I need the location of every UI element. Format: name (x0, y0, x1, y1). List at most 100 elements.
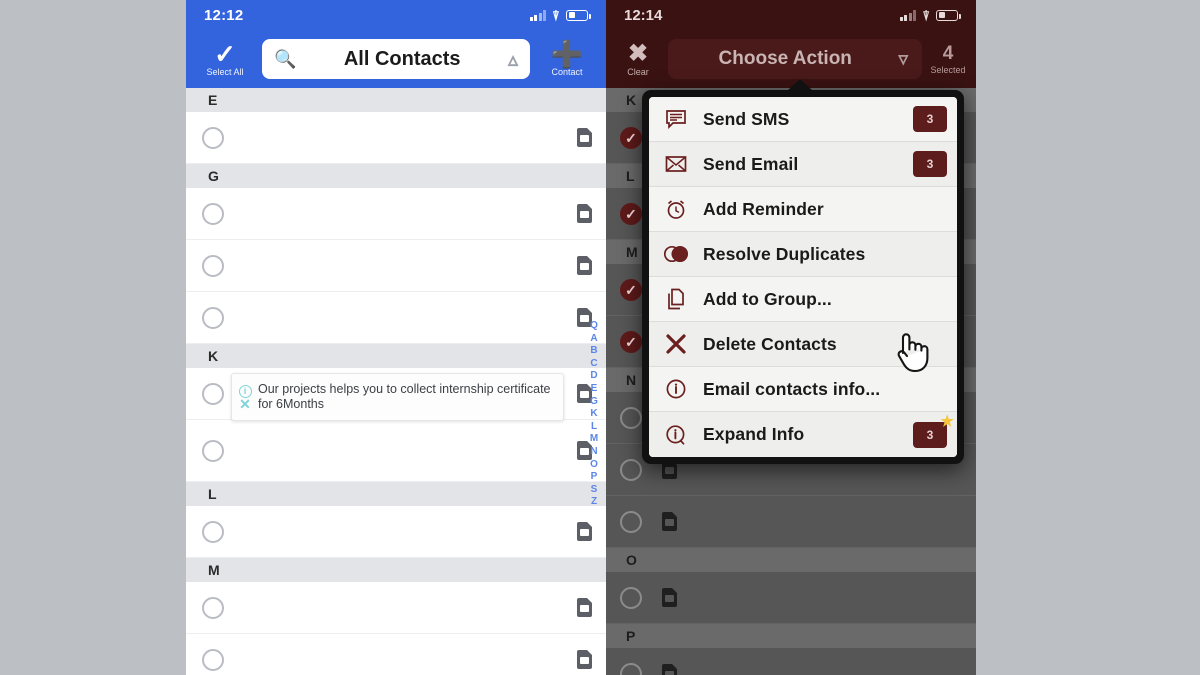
wifi-icon: ⍒ (922, 7, 930, 23)
contact-checkbox[interactable] (202, 202, 224, 225)
close-x-icon[interactable]: ✕ (239, 397, 251, 411)
alarm-clock-icon (663, 198, 689, 220)
selected-count: 4 (942, 43, 954, 64)
alpha-index-item[interactable]: B (590, 345, 597, 358)
alpha-index-item[interactable]: N (590, 446, 597, 459)
alpha-index-item[interactable]: D (590, 370, 597, 383)
section-header: M (186, 558, 606, 582)
plus-icon: ➕ (550, 38, 584, 69)
contact-row[interactable] (186, 634, 606, 675)
menu-item-send-sms[interactable]: Send SMS 3 (649, 97, 957, 142)
section-header: E (186, 88, 606, 112)
sim-card-icon (577, 598, 592, 617)
info-circle-plus-icon (663, 424, 689, 446)
circle-icon[interactable] (620, 406, 642, 429)
alpha-index-item[interactable]: L (591, 421, 597, 434)
add-contact-label: Contact (551, 66, 583, 77)
sim-card-icon (577, 650, 592, 669)
contact-row[interactable] (606, 496, 976, 548)
alpha-index-item[interactable]: A (590, 333, 597, 346)
checkmark-circle-icon[interactable]: ✓ (620, 278, 642, 301)
contact-row[interactable] (186, 420, 606, 482)
choose-action-title: Choose Action (718, 48, 852, 69)
contact-row[interactable] (186, 112, 606, 164)
sim-card-icon (662, 664, 677, 675)
contact-checkbox[interactable] (202, 382, 224, 405)
contact-row[interactable] (186, 506, 606, 558)
alpha-index-item[interactable]: C (590, 358, 597, 371)
alpha-index-item[interactable]: Z (591, 496, 597, 509)
action-menu[interactable]: Send SMS 3 Send Email 3 Add Reminder Res… (649, 97, 957, 457)
alpha-index-item[interactable]: M (590, 433, 598, 446)
status-time: 12:12 (204, 6, 244, 24)
contact-checkbox[interactable] (202, 439, 224, 462)
checkmark-circle-icon[interactable]: ✓ (620, 202, 642, 225)
magnifier-icon[interactable]: 🔍 (274, 49, 296, 70)
alpha-index-item[interactable]: Q (590, 320, 598, 333)
menu-item-label: Send SMS (703, 108, 790, 129)
contact-row[interactable] (186, 240, 606, 292)
circle-icon[interactable] (620, 510, 642, 533)
menu-item-expand-info[interactable]: Expand Info 3 ★ (649, 412, 957, 457)
select-all-label: Select All (206, 66, 244, 77)
menu-item-email-contacts-info[interactable]: Email contacts info... (649, 367, 957, 412)
menu-item-add-to-group[interactable]: Add to Group... (649, 277, 957, 322)
hand-pointer-cursor (897, 333, 929, 373)
promo-tooltip[interactable]: i ✕ Our projects helps you to collect in… (231, 373, 564, 421)
alpha-index-item[interactable]: S (591, 484, 598, 497)
choose-action-popup[interactable]: Send SMS 3 Send Email 3 Add Reminder Res… (642, 79, 964, 464)
contact-row[interactable] (186, 188, 606, 240)
circle-icon[interactable] (620, 662, 642, 675)
choose-action-dropdown[interactable]: Choose Action ▿ (668, 39, 922, 79)
contact-checkbox[interactable] (202, 126, 224, 149)
contact-row[interactable] (606, 648, 976, 675)
menu-item-resolve-duplicates[interactable]: Resolve Duplicates (649, 232, 957, 277)
chevron-up-icon[interactable]: ▵ (508, 47, 518, 72)
sim-card-icon (577, 522, 592, 541)
contact-checkbox[interactable] (202, 648, 224, 671)
battery-icon (936, 9, 961, 21)
clear-selection-button[interactable]: ✖ Clear (612, 39, 664, 77)
sim-card-icon (577, 256, 592, 275)
left-phone-screen: 12:12 ⍒ ✓ Select All 🔍 All Contacts ▵ ➕ … (186, 0, 606, 675)
selected-label: Selected (930, 65, 966, 75)
contact-checkbox[interactable] (202, 520, 224, 543)
alphabet-index[interactable]: Q A B C D E G K L M N O P S Z (586, 320, 602, 509)
venn-circles-icon (663, 245, 689, 263)
menu-item-label: Send Email (703, 153, 799, 174)
circle-icon[interactable] (620, 586, 642, 609)
sim-card-icon (662, 512, 677, 531)
checkmark-circle-icon[interactable]: ✓ (620, 126, 642, 149)
contacts-filter-dropdown[interactable]: 🔍 All Contacts ▵ (262, 39, 530, 79)
close-x-icon: ✖ (627, 39, 649, 67)
alpha-index-item[interactable]: G (590, 396, 598, 409)
alpha-index-item[interactable]: K (590, 408, 597, 421)
popup-arrow (787, 79, 813, 91)
left-contacts-list[interactable]: E G K L M i ✕ Our projects helps you to … (186, 88, 606, 675)
checkmark-circle-icon[interactable]: ✓ (620, 330, 642, 353)
menu-item-send-email[interactable]: Send Email 3 (649, 142, 957, 187)
alpha-index-item[interactable]: E (591, 383, 598, 396)
menu-item-label: Expand Info (703, 424, 805, 444)
contact-checkbox[interactable] (202, 254, 224, 277)
clear-label: Clear (627, 66, 649, 77)
status-indicators: ⍒ (899, 7, 961, 23)
contact-checkbox[interactable] (202, 596, 224, 619)
circle-icon[interactable] (620, 458, 642, 481)
section-header: P (606, 624, 976, 648)
chevron-down-icon[interactable]: ▿ (898, 48, 908, 71)
page-title: All Contacts (343, 47, 461, 70)
contact-checkbox[interactable] (202, 306, 224, 329)
contact-row[interactable] (186, 292, 606, 344)
add-contact-button[interactable]: ➕ Contact (536, 38, 598, 77)
sim-card-icon (577, 204, 592, 223)
section-header: L (186, 482, 606, 506)
alpha-index-item[interactable]: P (591, 471, 598, 484)
contact-row[interactable] (606, 572, 976, 624)
alpha-index-item[interactable]: O (590, 459, 598, 472)
menu-item-add-reminder[interactable]: Add Reminder (649, 187, 957, 232)
left-status-bar: 12:12 ⍒ (186, 0, 606, 30)
contact-row[interactable] (186, 582, 606, 634)
status-badge: 3 (913, 151, 947, 177)
select-all-button[interactable]: ✓ Select All (194, 41, 256, 77)
